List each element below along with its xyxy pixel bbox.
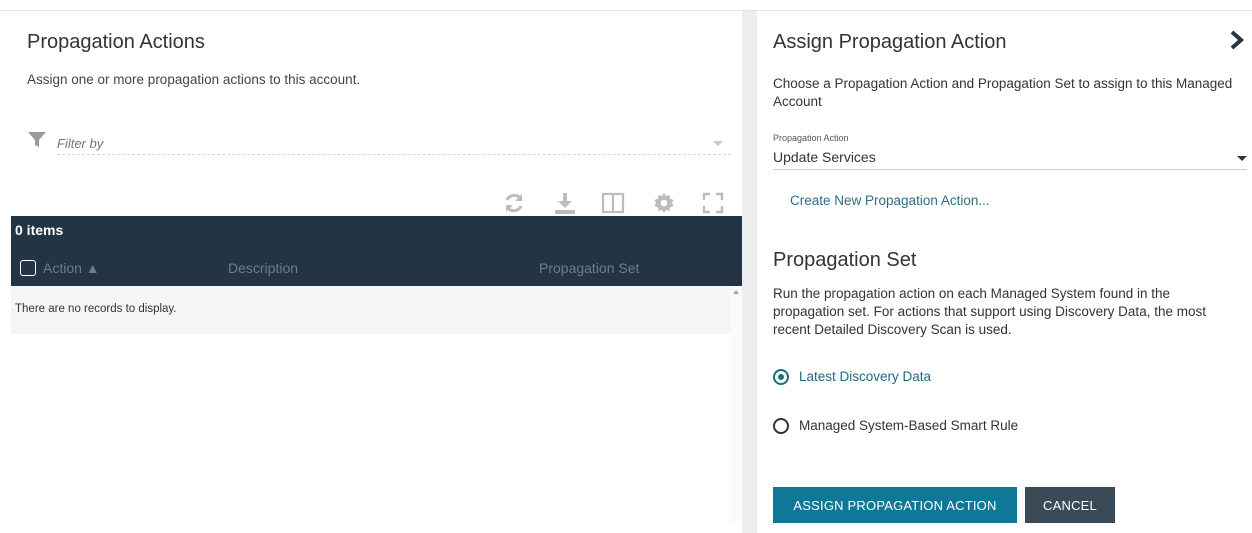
radio-button[interactable]	[773, 418, 789, 434]
fullscreen-icon[interactable]	[701, 191, 725, 215]
radio-button-selected[interactable]	[773, 369, 789, 385]
radio-label: Latest Discovery Data	[799, 369, 932, 384]
page-title: Propagation Actions	[27, 31, 205, 53]
panel-description: Choose a Propagation Action and Propagat…	[773, 76, 1233, 109]
select-all-checkbox[interactable]	[20, 260, 36, 276]
page-subtitle: Assign one or more propagation actions t…	[27, 72, 361, 87]
grid-body: There are no records to display.	[11, 286, 730, 334]
gear-icon[interactable]	[652, 191, 676, 215]
chevron-right-icon[interactable]	[1229, 30, 1245, 50]
chevron-down-icon[interactable]	[713, 141, 723, 146]
column-header-propagation-set[interactable]: Propagation Set	[539, 260, 639, 276]
grid-scrollbar[interactable]	[730, 286, 742, 522]
columns-icon[interactable]	[601, 191, 625, 215]
assign-propagation-action-button[interactable]: ASSIGN PROPAGATION ACTION	[773, 487, 1017, 523]
column-header-action[interactable]: Action ▲	[43, 260, 100, 276]
filter-bar	[27, 127, 731, 157]
grid-header: 0 items Action ▲ Description Propagation…	[11, 216, 748, 286]
propagation-set-description: Run the propagation action on each Manag…	[773, 286, 1206, 337]
scroll-up-icon[interactable]	[733, 290, 739, 294]
items-count: 0 items	[15, 222, 64, 238]
selected-action: Update Services	[773, 149, 876, 165]
panel-divider	[742, 11, 757, 533]
create-propagation-action-link[interactable]: Create New Propagation Action...	[790, 193, 990, 208]
propagation-set-title: Propagation Set	[773, 249, 917, 271]
propagation-action-select[interactable]: Update Services	[773, 148, 1247, 170]
cancel-button[interactable]: CANCEL	[1025, 487, 1115, 523]
chevron-down-icon[interactable]	[1237, 156, 1247, 161]
propagation-action-label: Propagation Action	[773, 133, 849, 143]
filter-input[interactable]	[57, 127, 731, 155]
column-header-description[interactable]: Description	[228, 260, 298, 276]
radio-label: Managed System-Based Smart Rule	[799, 418, 1019, 433]
assign-propagation-panel: Assign Propagation Action Choose a Propa…	[757, 11, 1252, 533]
refresh-icon[interactable]	[502, 191, 526, 215]
filter-icon[interactable]	[27, 131, 47, 149]
panel-title: Assign Propagation Action	[773, 31, 1007, 53]
empty-message: There are no records to display.	[15, 303, 177, 315]
download-icon[interactable]	[553, 191, 577, 215]
